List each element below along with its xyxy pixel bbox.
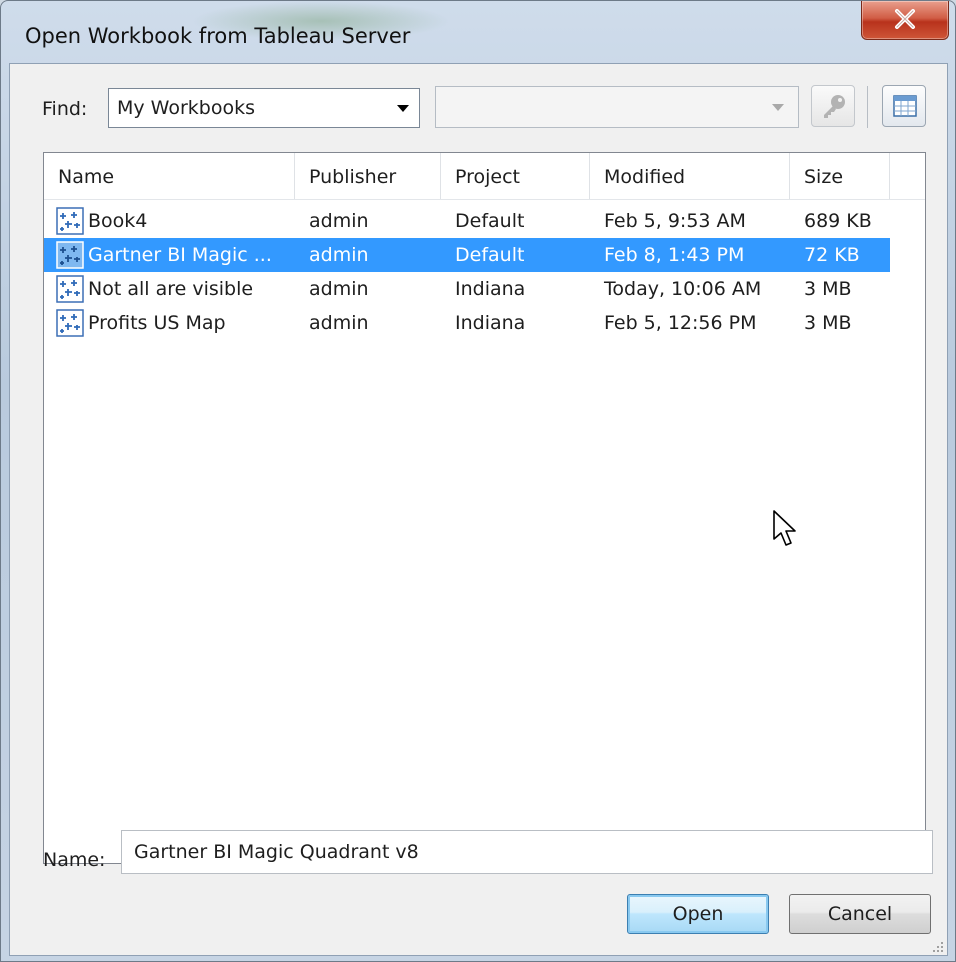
cell-publisher: admin	[309, 244, 369, 266]
chevron-down-icon	[397, 105, 409, 112]
search-combobox[interactable]	[435, 86, 799, 128]
title-bar[interactable]: Open Workbook from Tableau Server	[1, 1, 955, 61]
list-row-selected[interactable]: Gartner BI Magic ... admin Default Feb 8…	[44, 238, 890, 272]
find-label: Find:	[42, 98, 88, 120]
column-header-modified[interactable]: Modified	[590, 153, 790, 199]
column-header-size[interactable]: Size	[790, 153, 890, 199]
column-header-name[interactable]: Name	[44, 153, 295, 199]
name-input[interactable]: Gartner BI Magic Quadrant v8	[121, 830, 933, 874]
list-row[interactable]: Profits US Map admin Indiana Feb 5, 12:5…	[44, 306, 925, 340]
name-input-value: Gartner BI Magic Quadrant v8	[134, 841, 419, 863]
window-title: Open Workbook from Tableau Server	[25, 24, 411, 48]
cell-publisher: admin	[309, 210, 369, 232]
cell-name: Book4	[88, 210, 148, 232]
dialog-window: Open Workbook from Tableau Server Find: …	[0, 0, 956, 962]
cell-size: 3 MB	[804, 278, 852, 300]
view-details-icon	[893, 95, 917, 117]
workbook-icon	[56, 275, 84, 303]
cell-size: 689 KB	[804, 210, 872, 232]
find-dropdown-value: My Workbooks	[117, 97, 256, 119]
cell-modified: Feb 5, 12:56 PM	[604, 312, 757, 334]
resize-grip-icon[interactable]	[932, 941, 944, 953]
cell-project: Indiana	[455, 312, 526, 334]
credentials-button[interactable]	[811, 85, 855, 127]
open-button[interactable]: Open	[627, 894, 769, 934]
dialog-body: Find: My Workbooks Name Publisher Projec…	[9, 63, 948, 956]
details-view-button[interactable]	[882, 85, 926, 127]
cell-size: 3 MB	[804, 312, 852, 334]
toolbar-separator	[867, 86, 868, 128]
workbook-icon	[56, 309, 84, 337]
cell-modified: Feb 5, 9:53 AM	[604, 210, 746, 232]
workbook-list[interactable]: Name Publisher Project Modified Size Boo…	[43, 152, 926, 864]
cell-name: Profits US Map	[88, 312, 226, 334]
list-header: Name Publisher Project Modified Size	[44, 153, 925, 200]
cell-publisher: admin	[309, 312, 369, 334]
cell-name: Not all are visible	[88, 278, 254, 300]
column-header-publisher[interactable]: Publisher	[295, 153, 441, 199]
cell-modified: Feb 8, 1:43 PM	[604, 244, 745, 266]
workbook-icon	[56, 241, 84, 269]
cell-project: Indiana	[455, 278, 526, 300]
cell-project: Default	[455, 244, 525, 266]
cell-modified: Today, 10:06 AM	[604, 278, 762, 300]
close-icon	[895, 9, 915, 29]
workbook-icon	[56, 207, 84, 235]
name-label: Name:	[43, 849, 106, 871]
chevron-down-icon	[772, 104, 784, 111]
key-icon	[824, 95, 845, 118]
cancel-button[interactable]: Cancel	[789, 894, 931, 934]
cell-publisher: admin	[309, 278, 369, 300]
cell-project: Default	[455, 210, 525, 232]
find-dropdown[interactable]: My Workbooks	[108, 88, 420, 128]
cell-size: 72 KB	[804, 244, 860, 266]
list-row[interactable]: Not all are visible admin Indiana Today,…	[44, 272, 925, 306]
list-row[interactable]: Book4 admin Default Feb 5, 9:53 AM 689 K…	[44, 204, 925, 238]
close-button[interactable]	[861, 1, 949, 40]
cell-name: Gartner BI Magic ...	[88, 244, 272, 266]
mouse-cursor-icon	[773, 510, 796, 546]
column-header-project[interactable]: Project	[441, 153, 590, 199]
